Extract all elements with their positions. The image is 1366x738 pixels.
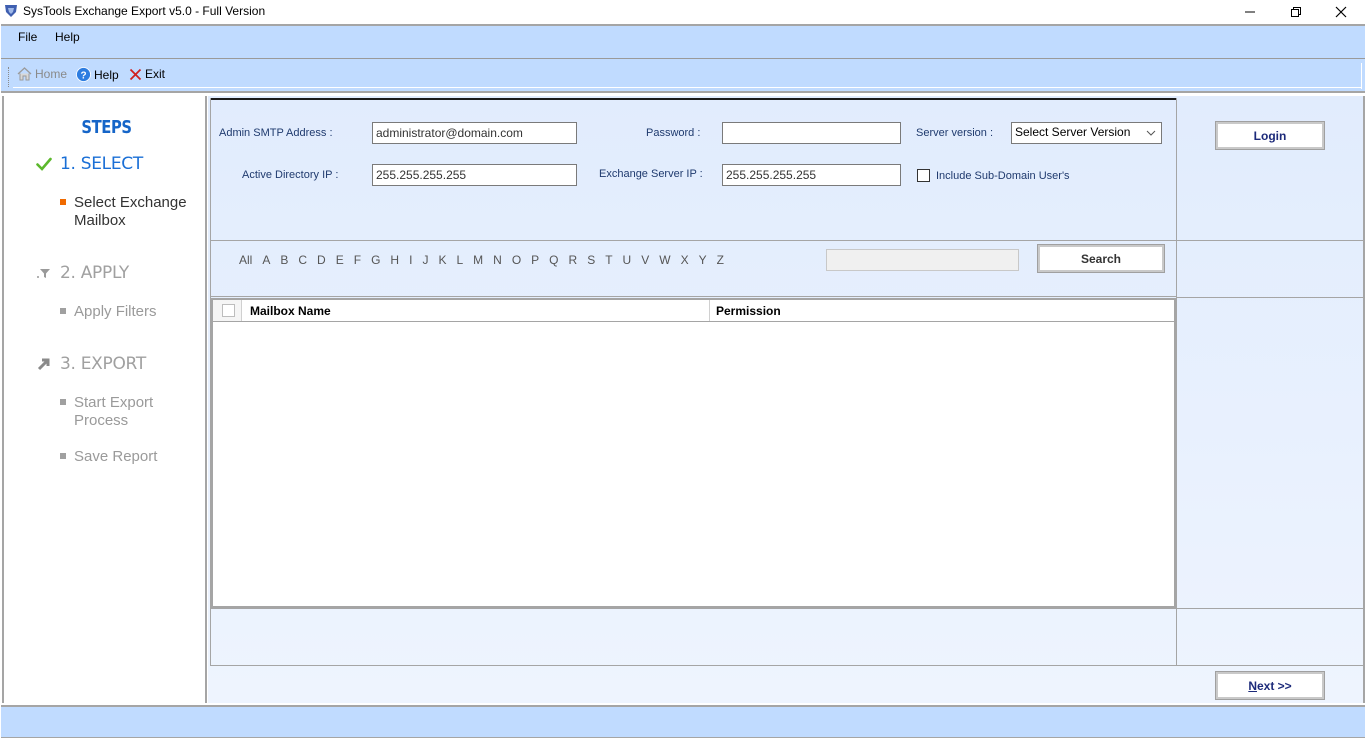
alpha-filter-all[interactable]: All	[234, 253, 257, 267]
home-button[interactable]: Home	[17, 67, 67, 81]
active-directory-label: Active Directory IP :	[242, 169, 339, 181]
exit-label: Exit	[145, 67, 166, 81]
step-item-select-mailbox: Select Exchange Mailbox	[60, 194, 200, 230]
toolbar: Home ? Help Exit	[1, 59, 1365, 93]
alpha-filter-v[interactable]: V	[636, 253, 654, 267]
alpha-filter-s[interactable]: S	[582, 253, 600, 267]
login-button[interactable]: Login	[1215, 121, 1325, 150]
home-icon	[17, 67, 32, 81]
password-input[interactable]	[722, 122, 901, 144]
step-item-apply-filters: Apply Filters	[60, 303, 200, 321]
alpha-filter-p[interactable]: P	[526, 253, 544, 267]
alpha-filter-r[interactable]: R	[564, 253, 583, 267]
exchange-ip-input[interactable]	[722, 164, 901, 186]
alpha-filter-x[interactable]: X	[676, 253, 694, 267]
help-button[interactable]: ? Help	[76, 67, 119, 82]
subdomain-checkbox[interactable]	[917, 169, 930, 182]
alpha-filter-f[interactable]: F	[349, 253, 366, 267]
svg-text:?: ?	[80, 71, 86, 82]
chevron-down-icon	[1146, 130, 1156, 136]
alpha-filter-d[interactable]: D	[312, 253, 331, 267]
steps-sidebar: STEPS 1. SELECT Select Exchange Mailbox …	[2, 96, 207, 703]
menu-bar: File Help	[1, 24, 1365, 59]
export-arrow-icon	[37, 358, 50, 371]
home-label: Home	[35, 67, 68, 81]
step-select-label: 1. SELECT	[60, 154, 143, 174]
check-icon	[36, 157, 52, 171]
column-permission[interactable]: Permission	[716, 304, 781, 318]
minimize-button[interactable]	[1227, 0, 1273, 24]
bullet-icon	[60, 308, 66, 314]
alpha-filter-m[interactable]: M	[468, 253, 488, 267]
step-select: 1. SELECT	[36, 154, 143, 174]
alpha-filter-k[interactable]: K	[433, 253, 451, 267]
alpha-filter-o[interactable]: O	[507, 253, 526, 267]
active-directory-input[interactable]	[372, 164, 577, 186]
exit-button[interactable]: Exit	[129, 67, 165, 81]
minimize-icon	[1245, 11, 1255, 13]
subdomain-label: Include Sub-Domain User's	[936, 170, 1070, 182]
next-button[interactable]: Next >>	[1215, 671, 1325, 700]
menu-file[interactable]: File	[16, 30, 39, 44]
step-apply-label: 2. APPLY	[60, 263, 129, 283]
password-label: Password :	[646, 127, 701, 139]
alpha-filter-t[interactable]: T	[600, 253, 617, 267]
alpha-filter-u[interactable]: U	[618, 253, 637, 267]
search-input[interactable]	[826, 249, 1019, 271]
bullet-icon	[60, 199, 66, 205]
help-label: Help	[94, 67, 119, 82]
step-item-save-report: Save Report	[60, 448, 200, 466]
alpha-filter-h[interactable]: H	[385, 253, 404, 267]
step-apply: 2. APPLY	[36, 263, 129, 283]
app-logo-icon	[4, 4, 18, 18]
alpha-filter-n[interactable]: N	[488, 253, 507, 267]
restore-button[interactable]	[1273, 0, 1319, 24]
server-version-label: Server version :	[916, 127, 994, 139]
alpha-filter-e[interactable]: E	[331, 253, 349, 267]
search-button[interactable]: Search	[1037, 244, 1165, 273]
alpha-filter-b[interactable]: B	[275, 253, 293, 267]
alpha-filter-j[interactable]: J	[417, 253, 433, 267]
menu-help[interactable]: Help	[53, 30, 82, 44]
admin-smtp-input[interactable]	[372, 122, 577, 144]
help-icon: ?	[76, 67, 91, 82]
alpha-filter-a[interactable]: A	[257, 253, 275, 267]
admin-smtp-label: Admin SMTP Address :	[219, 127, 333, 139]
step-export: 3. EXPORT	[36, 354, 146, 374]
server-version-select[interactable]: Select Server Version	[1011, 122, 1162, 144]
column-mailbox-name[interactable]: Mailbox Name	[250, 304, 331, 318]
alpha-filter-g[interactable]: G	[366, 253, 385, 267]
title-bar: SysTools Exchange Export v5.0 - Full Ver…	[0, 0, 1366, 24]
alpha-filter-q[interactable]: Q	[544, 253, 563, 267]
alpha-filter-c[interactable]: C	[293, 253, 312, 267]
bullet-icon	[60, 399, 66, 405]
restore-icon	[1291, 7, 1301, 17]
window-title: SysTools Exchange Export v5.0 - Full Ver…	[23, 4, 266, 18]
bullet-icon	[60, 453, 66, 459]
exit-icon	[129, 68, 142, 80]
alpha-filter-i[interactable]: I	[404, 253, 417, 267]
main-panel: Admin SMTP Address : Password : Server v…	[208, 96, 1365, 703]
select-all-checkbox[interactable]	[222, 304, 235, 317]
alpha-filter-z[interactable]: Z	[712, 253, 729, 267]
steps-title: STEPS	[81, 117, 132, 138]
close-icon	[1335, 6, 1347, 18]
alpha-filter-l[interactable]: L	[451, 253, 468, 267]
close-button[interactable]	[1318, 0, 1364, 24]
alphabet-filter: All A B C D E F G H I J K L M N O P Q R S T U V W X Y Z	[234, 253, 729, 267]
alpha-filter-w[interactable]: W	[654, 253, 675, 267]
alpha-filter-y[interactable]: Y	[694, 253, 712, 267]
filter-icon	[37, 269, 50, 278]
status-bar	[1, 705, 1365, 738]
exchange-ip-label: Exchange Server IP :	[599, 168, 703, 180]
mailbox-grid: Mailbox Name Permission	[211, 298, 1176, 608]
grid-header: Mailbox Name Permission	[213, 300, 1174, 322]
toolbar-grip[interactable]	[8, 67, 10, 87]
step-export-label: 3. EXPORT	[60, 354, 146, 374]
step-item-start-export: Start Export Process	[60, 394, 200, 430]
